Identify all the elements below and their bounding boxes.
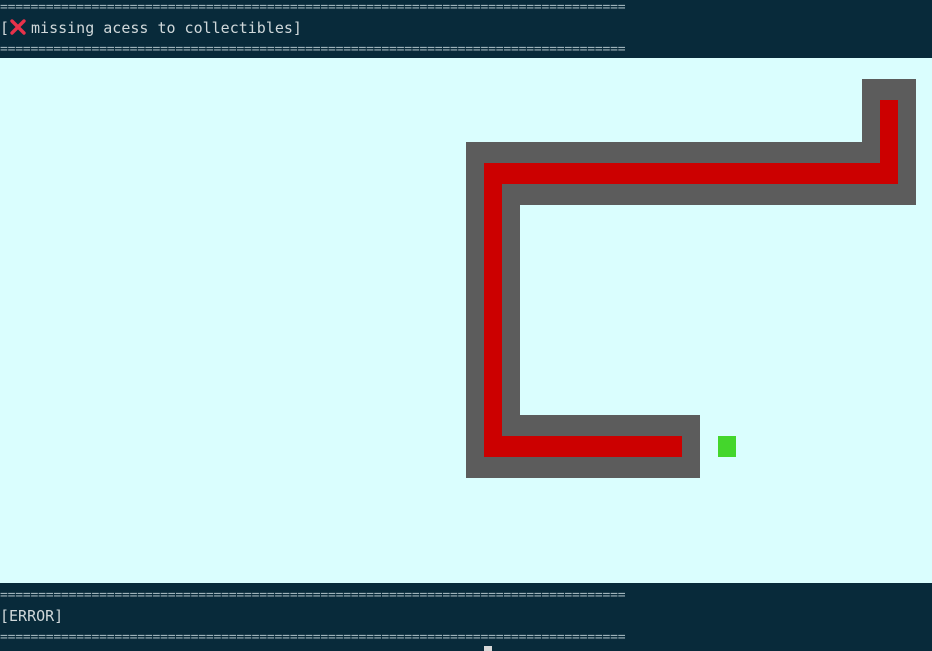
cross-mark-icon: [9, 18, 27, 36]
collectible-food: [718, 436, 736, 457]
snake-field: [466, 79, 916, 478]
status-message-text: missing acess to collectibles]: [31, 19, 302, 37]
game-board: [0, 58, 932, 583]
snake-segment-top: [484, 163, 898, 184]
top-rule-lower: ========================================…: [0, 45, 626, 54]
snake-outline: [466, 79, 916, 478]
error-message: [ERROR]: [0, 607, 64, 625]
top-status-bar: ========================================…: [0, 0, 932, 58]
terminal-window: ========================================…: [0, 0, 932, 651]
snake-segment-left: [484, 163, 502, 457]
terminal-cursor: [484, 646, 492, 651]
bottom-rule-upper: ========================================…: [0, 591, 626, 600]
status-open-bracket: [: [0, 19, 10, 37]
top-rule-upper: ========================================…: [0, 3, 626, 12]
status-message: [ missing acess to collectibles]: [0, 18, 302, 37]
bottom-status-bar: ========================================…: [0, 583, 932, 651]
snake-segment-bottom: [484, 436, 682, 457]
bottom-rule-lower: ========================================…: [0, 633, 626, 642]
